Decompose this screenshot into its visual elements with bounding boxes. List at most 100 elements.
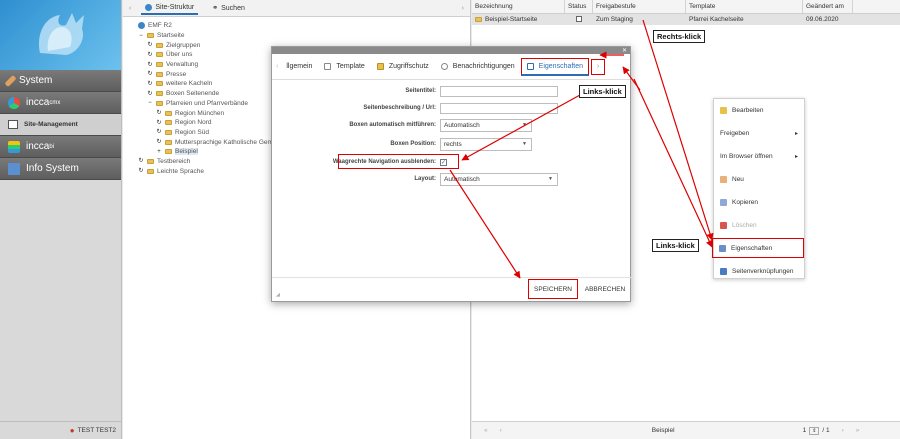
menu-item-label: Bearbeiten xyxy=(732,106,764,114)
nav-incca-bi[interactable]: incca bi xyxy=(0,136,121,158)
page-description-input[interactable] xyxy=(440,102,558,114)
tree-node-label: Region Süd xyxy=(175,128,209,136)
layout-select[interactable]: Automatisch ▼ xyxy=(440,172,558,186)
cell-template: Pfarrei Kachelseite xyxy=(689,16,744,23)
nav-incca-cmx[interactable]: incca cmx xyxy=(0,92,121,114)
collapse-icon[interactable]: − xyxy=(138,33,144,39)
folder-icon xyxy=(156,52,163,58)
bell-icon xyxy=(440,63,448,70)
folder-icon xyxy=(165,110,172,116)
tab-label: Suchen xyxy=(221,4,245,12)
reload-icon[interactable]: ↻ xyxy=(156,139,162,145)
reload-icon[interactable]: ↻ xyxy=(147,52,153,58)
context-menu-item[interactable]: Neu xyxy=(714,169,806,189)
reload-icon[interactable]: ↻ xyxy=(156,120,162,126)
prev-page-icon[interactable]: ‹ xyxy=(500,427,502,434)
tab-notifications[interactable]: Benachrichtigungen xyxy=(435,63,521,70)
tabs-scroll-left-icon[interactable]: ‹ xyxy=(276,63,278,70)
user-info[interactable]: ● TEST TEST2 xyxy=(0,421,122,439)
tree-node-label: Region Nord xyxy=(175,119,212,127)
cancel-button[interactable]: ABBRECHEN xyxy=(582,279,628,299)
nav-label: incca xyxy=(26,141,50,152)
tab-general[interactable]: llgemein xyxy=(280,63,318,70)
chevron-right-icon[interactable]: › xyxy=(462,5,464,12)
nav-label: Site-Management xyxy=(24,121,78,128)
tab-site-structure[interactable]: Site-Struktur xyxy=(141,2,199,15)
column-header[interactable]: Template xyxy=(686,0,803,13)
tree-node-label: EMF R2 xyxy=(148,22,172,30)
status-ok-icon xyxy=(576,16,582,22)
tree-node[interactable]: − Startseite xyxy=(127,31,466,41)
boxes-auto-select[interactable]: Automatisch ▼ xyxy=(440,118,532,132)
tree-node-label: Testbereich xyxy=(157,157,191,165)
reload-icon[interactable]: ↻ xyxy=(138,168,144,174)
tabs-scroll-right-icon[interactable]: › xyxy=(591,58,606,75)
folder-icon xyxy=(165,120,172,126)
column-header[interactable]: Bezeichnung xyxy=(472,0,565,13)
tree-node[interactable]: EMF R2 xyxy=(127,21,466,31)
tab-properties[interactable]: Eigenschaften xyxy=(520,57,590,76)
folder-icon xyxy=(156,42,163,48)
context-menu-item[interactable]: Im Browser öffnen ▸ xyxy=(714,146,806,166)
nav-site-management[interactable]: Site-Management xyxy=(0,114,121,136)
table-row[interactable]: Beispiel-Startseite Zum Staging Pfarrei … xyxy=(472,14,900,25)
reload-icon[interactable]: ↻ xyxy=(147,71,153,77)
tab-access-protection[interactable]: Zugriffschutz xyxy=(371,63,435,70)
reload-icon[interactable]: ↻ xyxy=(147,81,153,87)
close-icon[interactable]: ✕ xyxy=(622,47,627,54)
tree-node-label: Beispiel xyxy=(175,148,198,156)
page-stepper[interactable]: ⇕ xyxy=(809,426,820,435)
context-menu-item[interactable]: Freigeben ▸ xyxy=(714,123,806,143)
properties-icon xyxy=(719,244,726,252)
new-icon xyxy=(720,175,727,183)
context-menu-item[interactable]: Kopieren xyxy=(714,192,806,212)
expand-icon[interactable]: + xyxy=(156,149,162,155)
tab-label: Eigenschaften xyxy=(538,62,584,70)
reload-icon[interactable]: ↻ xyxy=(156,129,162,135)
save-button[interactable]: SPEICHERN xyxy=(528,279,578,299)
wrench-icon xyxy=(4,74,17,87)
tree-node-label: Presse xyxy=(166,70,187,78)
reload-icon[interactable]: ↻ xyxy=(138,158,144,164)
context-menu-item[interactable]: Bearbeiten xyxy=(714,100,806,120)
context-menu-item[interactable]: Eigenschaften xyxy=(712,238,804,258)
collapse-icon[interactable]: − xyxy=(147,100,153,106)
context-menu-item[interactable]: Seitenverknüpfungen xyxy=(714,261,806,281)
hide-nav-highlight xyxy=(338,154,459,169)
tab-template[interactable]: Template xyxy=(318,63,370,70)
column-header[interactable]: Freigabestufe xyxy=(593,0,686,13)
column-header[interactable]: Geändert am xyxy=(803,0,853,13)
page-title-input[interactable] xyxy=(440,85,558,97)
nav-system[interactable]: System xyxy=(0,70,121,92)
submenu-arrow-icon: ▸ xyxy=(794,153,798,160)
tab-search[interactable]: ⚭ Suchen xyxy=(208,2,249,14)
reload-icon[interactable] xyxy=(129,23,135,29)
resize-icon[interactable]: ◢ xyxy=(276,292,280,298)
select-value: Automatisch xyxy=(444,175,480,183)
reload-icon[interactable]: ↻ xyxy=(147,62,153,68)
nav-info-system[interactable]: Info System xyxy=(0,158,121,180)
callout-left-click-tab: Links-klick xyxy=(579,85,626,98)
first-page-icon[interactable]: « xyxy=(484,427,488,434)
context-menu-item: Löschen xyxy=(714,215,806,235)
reload-icon[interactable]: ↻ xyxy=(147,42,153,48)
folder-icon xyxy=(165,129,172,135)
chevron-left-icon[interactable]: ‹ xyxy=(129,5,131,12)
next-page-icon[interactable]: › xyxy=(842,427,844,434)
last-page-icon[interactable]: » xyxy=(856,427,860,434)
logo-icon xyxy=(38,13,84,55)
reload-icon[interactable]: ↻ xyxy=(156,110,162,116)
nav-label: System xyxy=(19,75,53,86)
reload-icon[interactable]: ↻ xyxy=(147,91,153,97)
field-label: Layout: xyxy=(414,176,436,182)
box-position-select[interactable]: rechts ▼ xyxy=(440,137,532,151)
folder-icon xyxy=(156,100,163,106)
template-icon xyxy=(324,63,332,70)
cell-status xyxy=(565,14,593,25)
edit-icon xyxy=(720,106,727,114)
list-header: Bezeichnung Status Freigabestufe Templat… xyxy=(472,0,900,14)
menu-item-label: Neu xyxy=(732,175,744,183)
tree-node-label: Verwaltung xyxy=(166,61,199,69)
binoculars-icon: ⚭ xyxy=(212,5,219,12)
column-header[interactable]: Status xyxy=(565,0,593,13)
